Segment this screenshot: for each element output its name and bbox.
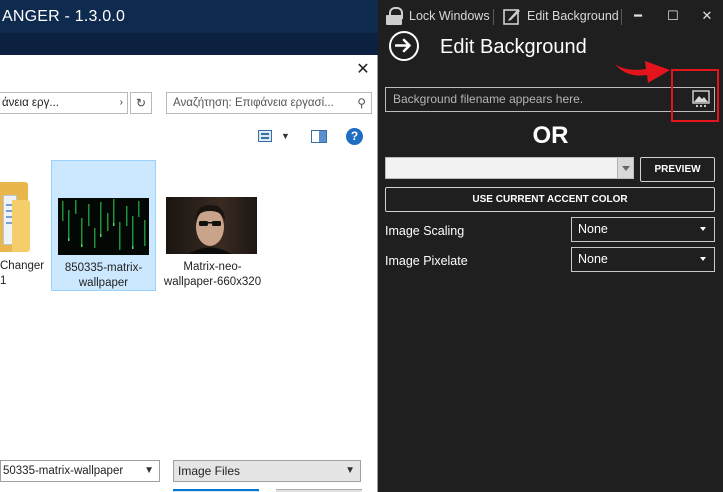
image-scaling-label: Image Scaling xyxy=(385,224,465,238)
background-app-title: ANGER - 1.3.0.0 xyxy=(0,0,378,33)
refresh-icon: ↻ xyxy=(135,96,147,110)
dialog-close-button[interactable]: ✕ xyxy=(354,61,372,79)
file-item-matrix-neo-wallpaper[interactable]: Matrix-neo-wallpaper-660x320 xyxy=(160,160,265,291)
refresh-button[interactable]: ↻ xyxy=(130,92,152,114)
help-icon[interactable]: ? xyxy=(346,128,363,145)
folder-front xyxy=(12,200,30,252)
preview-pane-icon[interactable] xyxy=(311,130,327,143)
panel-topbar: Lock Windows Edit Background ━ ☐ ✕ xyxy=(378,0,723,33)
file-label: 850335-matrix-wallpaper xyxy=(64,262,143,289)
address-chevron-icon[interactable]: › xyxy=(120,93,123,113)
background-filename-field[interactable]: Background filename appears here. xyxy=(385,87,715,112)
file-type-value: Image Files xyxy=(178,464,241,478)
file-type-select[interactable]: Image Files ▼ xyxy=(173,460,361,482)
neo-thumbnail xyxy=(166,197,257,254)
folder-label: Changer 1 xyxy=(0,260,45,287)
filename-input[interactable]: 50335-matrix-wallpaper ▼ xyxy=(0,460,160,482)
preview-button[interactable]: PREVIEW xyxy=(640,157,715,182)
chevron-down-icon xyxy=(700,257,706,261)
image-pixelate-value: None xyxy=(578,252,608,266)
color-dropdown-icon[interactable] xyxy=(617,158,633,178)
annotation-highlight-box xyxy=(671,69,719,122)
maximize-button[interactable]: ☐ xyxy=(663,0,683,33)
image-pixelate-select[interactable]: None xyxy=(571,247,715,272)
topbar-separator xyxy=(493,9,494,25)
or-label: OR xyxy=(532,122,569,149)
edit-icon[interactable] xyxy=(503,7,521,30)
file-type-dropdown-icon: ▼ xyxy=(345,465,355,476)
screenshot-root: ANGER - 1.3.0.0 ✕ άνεια εργ... › ↻ Αναζή… xyxy=(0,0,723,492)
topbar-separator xyxy=(621,9,622,25)
lock-icon[interactable] xyxy=(386,7,403,25)
matrix-thumbnail xyxy=(58,198,149,255)
background-filename-placeholder: Background filename appears here. xyxy=(393,92,584,106)
image-scaling-select[interactable]: None xyxy=(571,217,715,242)
file-item-matrix-wallpaper[interactable]: 850335-matrix-wallpaper xyxy=(51,160,156,291)
filename-dropdown-icon[interactable]: ▼ xyxy=(144,461,154,481)
file-open-dialog: ✕ άνεια εργ... › ↻ Αναζήτηση: Επιφάνεια … xyxy=(0,55,378,492)
search-icon: ⚲ xyxy=(357,96,366,110)
filename-value: 50335-matrix-wallpaper xyxy=(3,465,124,477)
minimize-button[interactable]: ━ xyxy=(628,0,648,33)
address-text: άνεια εργ... xyxy=(2,97,59,109)
close-button[interactable]: ✕ xyxy=(697,0,717,33)
page-title: Edit Background xyxy=(440,36,587,58)
image-scaling-value: None xyxy=(578,222,608,236)
view-dropdown-icon[interactable]: ▼ xyxy=(281,131,290,141)
change-view-icon[interactable] xyxy=(258,130,272,142)
back-arrow-icon[interactable] xyxy=(389,31,419,61)
background-app-toolbar xyxy=(0,33,378,55)
color-combobox[interactable] xyxy=(385,157,634,179)
image-pixelate-label: Image Pixelate xyxy=(385,254,468,268)
chevron-down-icon xyxy=(700,227,706,231)
search-input[interactable]: Αναζήτηση: Επιφάνεια εργασί... ⚲ xyxy=(166,92,372,114)
search-placeholder: Αναζήτηση: Επιφάνεια εργασί... xyxy=(173,97,334,109)
use-accent-color-button[interactable]: USE CURRENT ACCENT COLOR xyxy=(385,187,715,212)
address-bar[interactable]: άνεια εργ... › xyxy=(0,92,128,114)
file-label: Matrix-neo-wallpaper-660x320 xyxy=(163,261,262,288)
edit-background-button[interactable]: Edit Background xyxy=(527,0,619,33)
annotation-arrow-icon xyxy=(615,61,670,83)
lock-windows-button[interactable]: Lock Windows xyxy=(409,0,490,33)
folder-icon[interactable] xyxy=(0,170,30,252)
